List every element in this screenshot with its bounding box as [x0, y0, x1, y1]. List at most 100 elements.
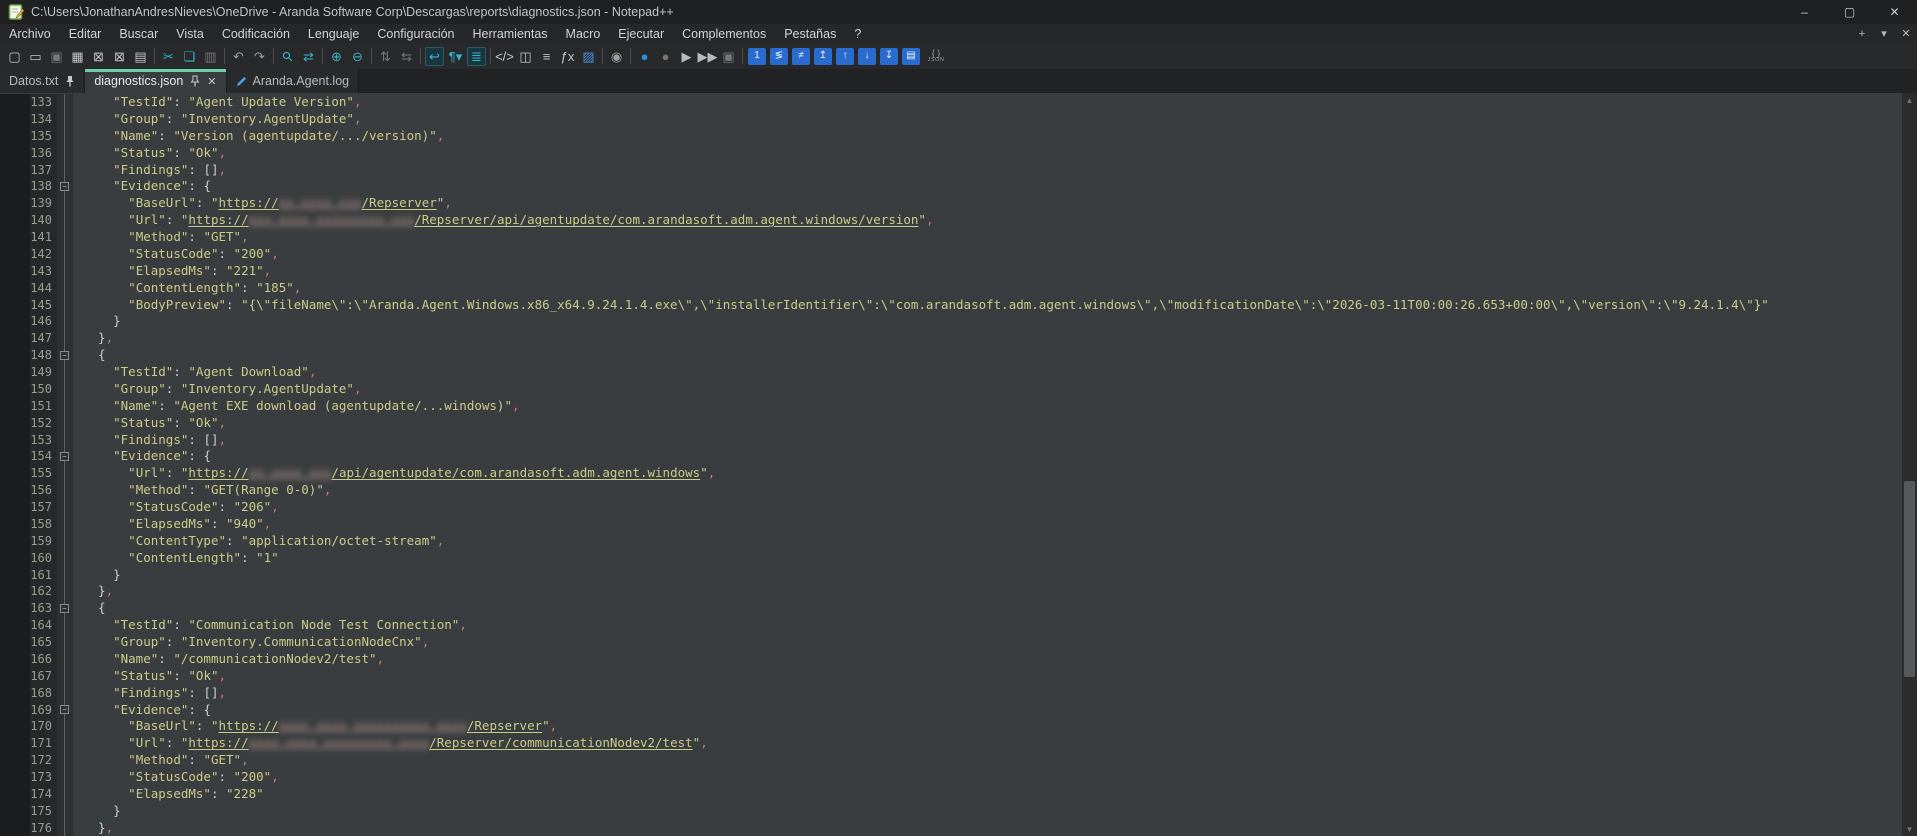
scrollbar-thumb[interactable] [1904, 481, 1915, 677]
menu-pestanas[interactable]: Pestañas [775, 24, 845, 43]
tab-datos-txt[interactable]: Datos.txt [0, 69, 85, 93]
code-text[interactable]: } [73, 567, 1902, 584]
tab-list-button[interactable]: ▾ [1873, 25, 1895, 42]
undo-icon[interactable]: ↶ [229, 47, 248, 66]
menu-vista[interactable]: Vista [167, 24, 213, 43]
code-text[interactable]: "BaseUrl": "https://xxxx.xxxx.xxxxxxxxxx… [73, 718, 1902, 735]
code-text[interactable]: "Status": "Ok", [73, 415, 1902, 432]
paste-icon[interactable]: ▥ [201, 47, 220, 66]
code-text[interactable]: "Evidence": { [73, 702, 1902, 719]
code-text[interactable]: "BaseUrl": "https://xx.xxxx.xxx/Repserve… [73, 195, 1902, 212]
zoom-in-icon[interactable]: ⊕ [327, 47, 346, 66]
code-text[interactable]: "ElapsedMs": "940", [73, 516, 1902, 533]
code-text[interactable]: "BodyPreview": "{\"fileName\":\"Aranda.A… [73, 297, 1902, 314]
code-text[interactable]: "Url": "https://xxx.xxxx.xxxxxxxxx.xxx/R… [73, 212, 1902, 229]
record-macro-icon[interactable]: ● [635, 47, 654, 66]
unpin-icon[interactable] [190, 75, 200, 87]
document-list-icon[interactable]: ≡ [537, 47, 556, 66]
fold-collapse-icon[interactable]: − [60, 351, 69, 360]
compare-prev-diff-icon[interactable]: ↑ [836, 48, 854, 65]
code-text[interactable]: "Url": "https://xxxx.xxxx.xxxxxxxxx.xxxx… [73, 735, 1902, 752]
menu-macro[interactable]: Macro [557, 24, 610, 43]
code-text[interactable]: "Name": "Agent EXE download (agentupdate… [73, 398, 1902, 415]
url-link[interactable]: https:// [188, 735, 248, 750]
compare-nav-bar-icon[interactable]: ▤ [902, 48, 920, 65]
open-file-icon[interactable]: ▭ [26, 47, 45, 66]
run-macro-multiple-icon[interactable]: ▶▶ [698, 47, 717, 66]
menu-codificacion[interactable]: Codificación [213, 24, 299, 43]
close-all-files-icon[interactable]: ⊠ [110, 47, 129, 66]
redo-icon[interactable]: ↷ [250, 47, 269, 66]
editor-pane[interactable]: 133"TestId": "Agent Update Version",134"… [0, 93, 1917, 836]
url-link[interactable]: /Repserver/communicationNodev2/test [429, 735, 692, 750]
folder-as-workspace-icon[interactable]: ▨ [579, 47, 598, 66]
show-all-characters-icon[interactable]: ¶▾ [446, 47, 465, 66]
replace-icon[interactable]: ⇄ [299, 47, 318, 66]
code-text[interactable]: "ElapsedMs": "228" [73, 786, 1902, 803]
code-text[interactable]: }, [73, 330, 1902, 347]
scroll-down-arrow[interactable]: ▼ [1902, 822, 1917, 836]
code-text[interactable]: } [73, 803, 1902, 820]
menu-help[interactable]: ? [845, 24, 870, 43]
document-map-icon[interactable]: ◫ [516, 47, 535, 66]
cut-icon[interactable]: ✂ [159, 47, 178, 66]
json-viewer-icon[interactable]: { }JSON [925, 47, 947, 66]
zoom-out-icon[interactable]: ⊖ [348, 47, 367, 66]
url-link[interactable]: /Repserver [467, 718, 542, 733]
monitoring-icon[interactable]: ◉ [607, 47, 626, 66]
tab-aranda-agent-log[interactable]: Aranda.Agent.log [227, 69, 360, 93]
tab-diagnostics-json[interactable]: diagnostics.json✕ [85, 69, 226, 93]
scroll-up-arrow[interactable]: ▲ [1902, 93, 1917, 107]
indent-guide-icon[interactable]: ≣ [467, 47, 486, 66]
code-text[interactable]: "Findings": [], [73, 162, 1902, 179]
menu-archivo[interactable]: Archivo [0, 24, 60, 43]
menu-editar[interactable]: Editar [60, 24, 111, 43]
compare-next-diff-icon[interactable]: ↓ [858, 48, 876, 65]
fold-collapse-icon[interactable]: − [60, 705, 69, 714]
vertical-scrollbar[interactable]: ▲ ▼ [1902, 93, 1917, 836]
code-text[interactable]: "Evidence": { [73, 178, 1902, 195]
url-link[interactable]: /api/agentupdate/com.arandasoft.adm.agen… [331, 465, 700, 480]
code-text[interactable]: "Name": "/communicationNodev2/test", [73, 651, 1902, 668]
code-text[interactable]: { [73, 347, 1902, 364]
code-text[interactable]: "TestId": "Agent Update Version", [73, 94, 1902, 111]
menu-configuracion[interactable]: Configuración [368, 24, 463, 43]
close-tab-button[interactable]: ✕ [1895, 25, 1917, 42]
minimize-button[interactable]: – [1782, 0, 1827, 24]
maximize-button[interactable]: ▢ [1827, 0, 1872, 24]
save-all-icon[interactable]: ▦ [68, 47, 87, 66]
code-text[interactable]: "StatusCode": "206", [73, 499, 1902, 516]
code-text[interactable]: "ContentLength": "1" [73, 550, 1902, 567]
code-text[interactable]: { [73, 600, 1902, 617]
code-text[interactable]: "ContentLength": "185", [73, 280, 1902, 297]
compare-last-diff-icon[interactable]: ↧ [880, 48, 898, 65]
code-text[interactable]: "ElapsedMs": "221", [73, 263, 1902, 280]
code-text[interactable]: }, [73, 820, 1902, 836]
fold-collapse-icon[interactable]: − [60, 604, 69, 613]
code-text[interactable]: "Findings": [], [73, 432, 1902, 449]
new-tab-button[interactable]: + [1851, 25, 1873, 42]
compare-clear-icon[interactable]: ≠ [792, 48, 810, 65]
stop-recording-icon[interactable]: ● [656, 47, 675, 66]
compare-icon[interactable]: ≶ [770, 48, 788, 65]
menu-lenguaje[interactable]: Lenguaje [299, 24, 368, 43]
code-text[interactable]: "Status": "Ok", [73, 668, 1902, 685]
code-text[interactable]: "Group": "Inventory.CommunicationNodeCnx… [73, 634, 1902, 651]
url-link[interactable]: /Repserver [362, 195, 437, 210]
word-wrap-icon[interactable]: ↩ [425, 47, 444, 66]
save-icon[interactable]: ▣ [47, 47, 66, 66]
code-text[interactable]: "ContentType": "application/octet-stream… [73, 533, 1902, 550]
code-text[interactable]: "Status": "Ok", [73, 145, 1902, 162]
close-file-icon[interactable]: ⊠ [89, 47, 108, 66]
close-tab-icon[interactable]: ✕ [207, 75, 216, 88]
code-text[interactable]: "TestId": "Communication Node Test Conne… [73, 617, 1902, 634]
sync-vertical-scroll-icon[interactable]: ⇅ [376, 47, 395, 66]
code-text[interactable]: "Findings": [], [73, 685, 1902, 702]
save-macro-icon[interactable]: ▣ [719, 47, 738, 66]
function-list-icon[interactable]: ƒx [558, 47, 577, 66]
close-button[interactable]: ✕ [1872, 0, 1917, 24]
code-view-icon[interactable]: </> [495, 47, 514, 66]
code-text[interactable]: "TestId": "Agent Download", [73, 364, 1902, 381]
url-link[interactable]: https:// [219, 718, 279, 733]
playback-macro-icon[interactable]: ▶ [677, 47, 696, 66]
